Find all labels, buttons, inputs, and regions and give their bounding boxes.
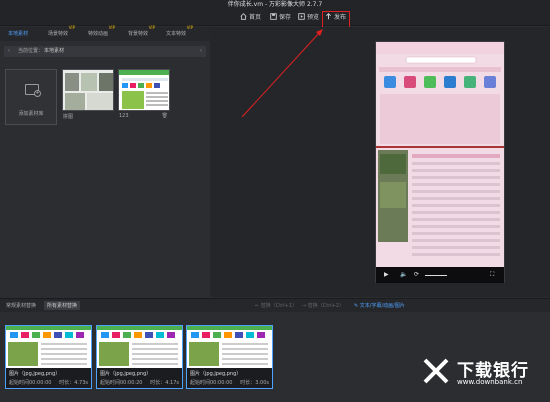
clip-duration: 时长：4.17s [150, 380, 179, 386]
home-button[interactable]: 首页 [240, 12, 261, 24]
save-icon [270, 13, 277, 20]
volume-icon[interactable]: 🔈 [400, 271, 407, 278]
vip-badge: VIP [186, 25, 194, 30]
clip-info: 图片（jpg,jpeg,png） 起始时间00:00:00 时长：3.00s [187, 368, 272, 388]
material-item[interactable]: 拼图 [62, 69, 114, 125]
preview-icon [298, 13, 305, 20]
watermark: 下载银行 www.downbank.cn [421, 354, 547, 394]
clip-info: 图片（jpg,jpeg,png） 起始时间00:00:20 时长：4.17s [97, 368, 182, 388]
home-label: 首页 [249, 14, 262, 21]
tab-scene-effects[interactable]: 场景特效 VIP [48, 25, 75, 37]
clip-duration: 时长：3.00s [240, 380, 269, 386]
material-thumbnail [118, 69, 170, 111]
home-icon [240, 13, 247, 20]
window-title: 伴你成长.vm - 万彩影像大师 2.7.7 [0, 0, 550, 10]
location-label: 当前位置： [18, 48, 44, 54]
fullscreen-icon[interactable]: ⛶ [490, 271, 494, 279]
clip-card[interactable]: 图片（jpg,jpeg,png） 起始时间00:00:00 时长：4.73s [5, 325, 92, 389]
material-name: 123 [119, 113, 129, 119]
clip-thumbnail [6, 326, 91, 368]
material-tabs: 本地素材 场景特效 VIP 特效动画 VIP 背景特效 VIP 文本特效 VIP [0, 25, 210, 41]
material-thumbnail [62, 69, 114, 111]
text-captions-button[interactable]: ✎ 文本/字幕/动画/图片 [354, 302, 405, 309]
clip-title: 图片（jpg,jpeg,png） [190, 371, 242, 377]
back-icon[interactable]: ‹ [8, 46, 10, 57]
preview-button[interactable]: 预览 [298, 12, 319, 24]
replace-tabs: 常规素材替换 所有素材替换 ← 替换（Ctrl+1） → 替换（Ctrl+2） … [0, 298, 550, 312]
clip-duration: 时长：4.73s [59, 380, 88, 386]
add-material-label: 添加素材库 [18, 111, 44, 117]
vip-badge: VIP [108, 25, 116, 30]
clip-card[interactable]: 图片（jpg,jpeg,png） 起始时间00:00:00 时长：3.00s [186, 325, 273, 389]
clip-start: 起始时间00:00:20 [100, 380, 143, 386]
clip-title: 图片（jpg,jpeg,png） [9, 371, 61, 377]
watermark-url: www.downbank.cn [457, 378, 523, 386]
vip-badge: VIP [148, 25, 156, 30]
tab-background-effects[interactable]: 背景特效 VIP [128, 25, 155, 37]
replace-next-button[interactable]: → 替换（Ctrl+2） [302, 302, 344, 309]
save-label: 保存 [279, 14, 292, 21]
delete-icon[interactable]: 🗑 [162, 113, 168, 119]
tab-text-effects[interactable]: 文本特效 VIP [166, 25, 193, 37]
downbank-logo-icon [423, 358, 449, 384]
material-item[interactable]: 123 🗑 [118, 69, 170, 125]
play-icon[interactable]: ▶ [384, 271, 389, 278]
tab-effect-animation[interactable]: 特效动画 VIP [88, 25, 115, 37]
clip-start: 起始时间00:00:00 [9, 380, 52, 386]
clip-title: 图片（jpg,jpeg,png） [100, 371, 152, 377]
material-panel: 本地素材 场景特效 VIP 特效动画 VIP 背景特效 VIP 文本特效 VIP ‹ 当… [0, 25, 210, 297]
loop-icon[interactable]: ⟳ [414, 271, 419, 278]
clip-thumbnail [97, 326, 182, 368]
add-material-card[interactable]: + 添加素材库 [5, 69, 57, 125]
clip-info: 图片（jpg,jpeg,png） 起始时间00:00:00 时长：4.73s [6, 368, 91, 388]
preview-label: 预览 [307, 14, 320, 21]
clip-card[interactable]: 图片（jpg,jpeg,png） 起始时间00:00:20 时长：4.17s [96, 325, 183, 389]
clip-thumbnail [187, 326, 272, 368]
more-icon[interactable]: ‹ [200, 46, 202, 57]
tab-regular-replace[interactable]: 常规素材替换 [6, 302, 36, 309]
preview-screen [376, 42, 504, 267]
tab-all-replace[interactable]: 所有素材替换 [44, 301, 81, 310]
material-name: 拼图 [63, 114, 74, 120]
tab-local-material[interactable]: 本地素材 [8, 30, 28, 37]
video-preview: ▶ 🔈 ⟳ ⛶ [375, 41, 505, 283]
clip-start: 起始时间00:00:00 [190, 380, 233, 386]
toolbar: 首页 保存 预览 发布 [0, 10, 550, 26]
save-button[interactable]: 保存 [270, 12, 291, 24]
player-controls: ▶ 🔈 ⟳ ⛶ [376, 267, 504, 283]
location-bar: ‹ 当前位置： 本地素材 ‹ [4, 46, 206, 57]
publish-highlight-box [322, 11, 350, 28]
replace-prev-button[interactable]: ← 替换（Ctrl+1） [255, 302, 297, 309]
location-value: 本地素材 [44, 48, 65, 54]
vip-badge: VIP [68, 25, 76, 30]
progress-bar[interactable] [425, 275, 447, 276]
